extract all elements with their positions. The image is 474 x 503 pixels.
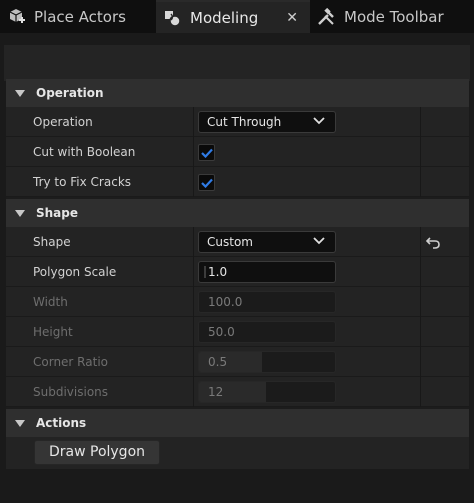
property-row-width: Width 100.0	[6, 287, 469, 317]
tab-place-actors[interactable]: Place Actors	[6, 0, 154, 33]
fix-cracks-checkbox[interactable]	[198, 174, 215, 191]
close-icon[interactable]: ✕	[286, 10, 298, 26]
category-title: Operation	[36, 86, 104, 100]
checkmark-icon	[200, 148, 213, 158]
property-label: Operation	[33, 115, 93, 129]
property-label: Cut with Boolean	[33, 145, 136, 159]
tab-label: Mode Toolbar	[344, 7, 444, 26]
dropdown-value: Cut Through	[207, 115, 282, 129]
slider-handle	[204, 266, 206, 278]
property-label: Shape	[33, 235, 71, 249]
property-label: Corner Ratio	[33, 355, 108, 369]
shape-dropdown[interactable]: Custom	[198, 231, 336, 253]
tool-palette-strip	[4, 45, 470, 81]
modeling-icon	[162, 8, 182, 28]
mode-tab-bar: Place Actors Modeling ✕ Mode Toolbar	[0, 0, 474, 33]
modeling-panel: Operation Operation Cut Through Cut with…	[0, 33, 474, 503]
property-label: Height	[33, 325, 73, 339]
property-label: Width	[33, 295, 68, 309]
category-actions[interactable]: Actions	[6, 409, 469, 437]
category-title: Actions	[36, 416, 87, 430]
cut-with-boolean-checkbox[interactable]	[198, 144, 215, 161]
property-row-polygon-scale: Polygon Scale 1.0	[6, 257, 469, 287]
property-row-cut-with-boolean: Cut with Boolean	[6, 137, 469, 167]
property-label: Try to Fix Cracks	[33, 175, 132, 189]
details-panel: Operation Operation Cut Through Cut with…	[6, 79, 469, 469]
input-value: 100.0	[208, 295, 243, 309]
operation-dropdown[interactable]: Cut Through	[198, 111, 336, 133]
height-input: 50.0	[198, 321, 336, 343]
category-title: Shape	[36, 206, 79, 220]
chevron-down-icon	[15, 419, 25, 427]
dropdown-value: Custom	[207, 235, 253, 249]
property-row-fix-cracks: Try to Fix Cracks	[6, 167, 469, 197]
chevron-down-icon	[15, 209, 25, 217]
property-row-height: Height 50.0	[6, 317, 469, 347]
chevron-down-icon	[313, 117, 325, 125]
place-actors-icon	[6, 7, 26, 27]
tab-label: Modeling	[190, 8, 259, 27]
corner-ratio-slider: 0.5	[198, 351, 336, 373]
tab-mode-toolbar[interactable]: Mode Toolbar	[316, 0, 466, 33]
category-shape[interactable]: Shape	[6, 199, 469, 227]
reset-to-default-icon[interactable]	[424, 233, 442, 251]
chevron-down-icon	[15, 89, 25, 97]
property-row-subdivisions: Subdivisions 12	[6, 377, 469, 407]
tab-modeling[interactable]: Modeling ✕	[156, 0, 310, 33]
subdivisions-slider: 12	[198, 381, 336, 403]
tab-label: Place Actors	[34, 7, 126, 26]
property-row-operation: Operation Cut Through	[6, 107, 469, 137]
input-value: 50.0	[208, 325, 235, 339]
polygon-scale-input[interactable]: 1.0	[198, 261, 336, 283]
input-value: 1.0	[208, 265, 228, 279]
property-row-corner-ratio: Corner Ratio 0.5	[6, 347, 469, 377]
input-value: 12	[208, 385, 224, 399]
chevron-down-icon	[313, 237, 325, 245]
property-label: Subdivisions	[33, 385, 109, 399]
property-row-shape: Shape Custom	[6, 227, 469, 257]
input-value: 0.5	[208, 355, 228, 369]
property-label: Polygon Scale	[33, 265, 117, 279]
category-operation[interactable]: Operation	[6, 79, 469, 107]
width-input: 100.0	[198, 291, 336, 313]
actions-row: Draw Polygon	[6, 437, 469, 469]
checkmark-icon	[200, 178, 213, 188]
draw-polygon-button[interactable]: Draw Polygon	[34, 440, 160, 465]
tools-icon	[316, 7, 336, 27]
